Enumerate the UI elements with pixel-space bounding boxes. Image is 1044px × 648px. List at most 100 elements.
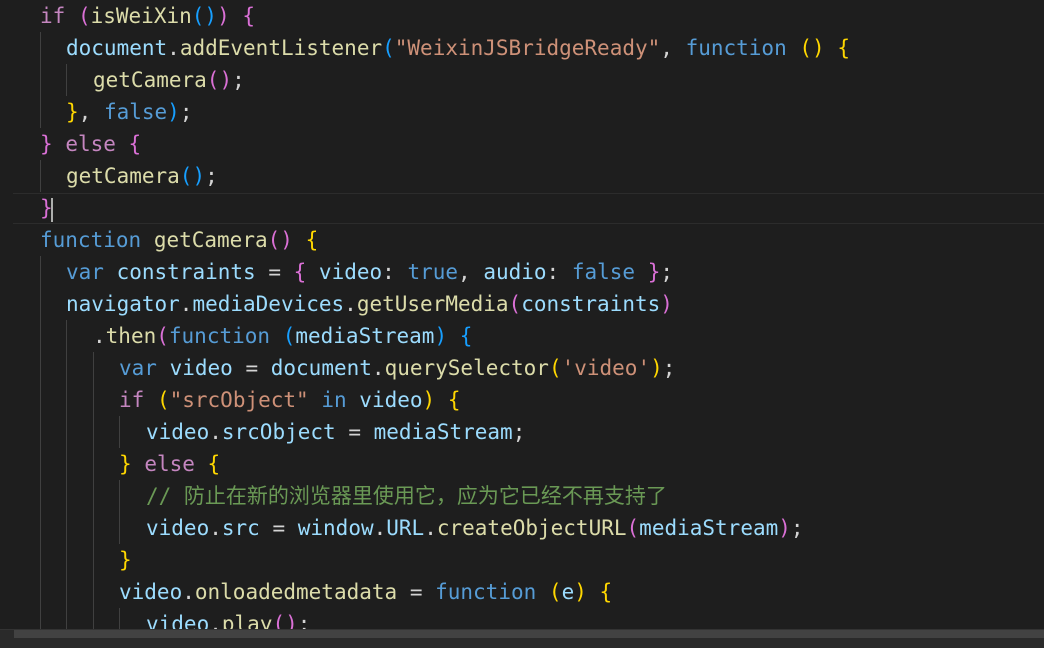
code-line[interactable]: } bbox=[0, 192, 1044, 224]
code-token: ( bbox=[382, 36, 395, 60]
code-token: function bbox=[168, 324, 271, 348]
code-token: = bbox=[255, 260, 294, 284]
line-text: video.onloadedmetadata = function (e) { bbox=[119, 576, 612, 608]
code-line[interactable]: } else { bbox=[0, 448, 1044, 480]
line-text: var constraints = { video: true, audio: … bbox=[66, 256, 673, 288]
code-token: getUserMedia bbox=[356, 292, 509, 316]
horizontal-scrollbar[interactable] bbox=[0, 629, 1044, 648]
code-token: } bbox=[647, 260, 661, 284]
code-token: . bbox=[209, 516, 222, 540]
code-line[interactable]: .then(function (mediaStream) { bbox=[0, 320, 1044, 352]
code-line[interactable]: var video = document.querySelector('vide… bbox=[0, 352, 1044, 384]
code-token: () bbox=[191, 4, 218, 28]
indent-guide bbox=[40, 320, 41, 352]
code-token: else bbox=[144, 452, 195, 476]
code-token: . bbox=[93, 324, 106, 348]
code-token: querySelector bbox=[384, 356, 549, 380]
indent-guide bbox=[66, 416, 67, 448]
code-line[interactable]: function getCamera() { bbox=[0, 224, 1044, 256]
indent-guide bbox=[66, 448, 67, 480]
code-token: ( bbox=[156, 324, 169, 348]
code-token: then bbox=[105, 324, 157, 348]
code-line[interactable]: document.addEventListener("WeixinJSBridg… bbox=[0, 32, 1044, 64]
code-token: ; bbox=[232, 68, 245, 92]
indent-guide bbox=[93, 416, 94, 448]
code-token: video bbox=[119, 580, 183, 604]
code-line[interactable]: } else { bbox=[0, 128, 1044, 160]
code-token: e bbox=[561, 580, 575, 604]
code-editor[interactable]: if (isWeiXin()) {document.addEventListen… bbox=[0, 0, 1044, 648]
code-line[interactable]: } bbox=[0, 544, 1044, 576]
code-token: mediaStream bbox=[639, 516, 779, 540]
code-token: . bbox=[179, 292, 193, 316]
code-token: ) bbox=[660, 292, 673, 316]
code-token: video bbox=[146, 420, 210, 444]
code-token: . bbox=[167, 36, 180, 60]
line-text: } else { bbox=[40, 128, 141, 160]
indent-guide bbox=[66, 320, 67, 352]
indent-guide bbox=[66, 352, 67, 384]
code-token: video bbox=[146, 516, 210, 540]
indent-guide bbox=[66, 480, 67, 512]
code-line[interactable]: video.onloadedmetadata = function (e) { bbox=[0, 576, 1044, 608]
indent-guide bbox=[93, 480, 94, 512]
scrollbar-thumb[interactable] bbox=[14, 630, 1044, 638]
indent-guide bbox=[40, 416, 41, 448]
indent-guide bbox=[40, 64, 41, 96]
code-line[interactable]: var constraints = { video: true, audio: … bbox=[0, 256, 1044, 288]
line-text: video.srcObject = mediaStream; bbox=[146, 416, 525, 448]
line-text: if (isWeiXin()) { bbox=[40, 0, 255, 32]
code-token: function bbox=[40, 228, 142, 252]
code-line[interactable]: navigator.mediaDevices.getUserMedia(cons… bbox=[0, 288, 1044, 320]
code-token: . bbox=[182, 580, 195, 604]
code-token: var bbox=[119, 356, 157, 380]
code-token: false bbox=[103, 100, 168, 124]
code-line[interactable]: // 防止在新的浏览器里使用它，应为它已经不再支持了 bbox=[0, 480, 1044, 512]
code-token: . bbox=[373, 516, 387, 540]
code-line[interactable]: if (isWeiXin()) { bbox=[0, 0, 1044, 32]
code-token: ) bbox=[574, 580, 587, 604]
code-token: = bbox=[259, 516, 298, 540]
code-token: , bbox=[78, 100, 104, 124]
code-line[interactable]: getCamera(); bbox=[0, 160, 1044, 192]
code-token: video bbox=[359, 388, 423, 412]
text-cursor bbox=[51, 198, 53, 222]
code-token: { bbox=[242, 4, 256, 28]
code-token: ( bbox=[548, 580, 562, 604]
code-token: ; bbox=[662, 356, 676, 380]
code-line[interactable]: if ("srcObject" in video) { bbox=[0, 384, 1044, 416]
code-line[interactable]: video.srcObject = mediaStream; bbox=[0, 416, 1044, 448]
code-token: , bbox=[458, 260, 484, 284]
indent-guide bbox=[40, 32, 41, 64]
indent-guide bbox=[93, 544, 94, 576]
indent-guide bbox=[66, 64, 67, 96]
code-token: in bbox=[321, 388, 347, 412]
code-line[interactable]: getCamera(); bbox=[0, 64, 1044, 96]
code-token: { bbox=[447, 388, 461, 412]
line-text: } else { bbox=[119, 448, 220, 480]
code-token: onloadedmetadata bbox=[194, 580, 398, 604]
code-token: ) bbox=[422, 388, 436, 412]
indent-guide bbox=[40, 256, 41, 288]
code-token: . bbox=[344, 292, 357, 316]
indent-guide bbox=[40, 160, 41, 192]
code-token: mediaDevices bbox=[192, 292, 345, 316]
code-token: { bbox=[293, 260, 307, 284]
code-line[interactable]: video.src = window.URL.createObjectURL(m… bbox=[0, 512, 1044, 544]
code-line[interactable]: }, false); bbox=[0, 96, 1044, 128]
code-token: ( bbox=[156, 388, 170, 412]
line-text: document.addEventListener("WeixinJSBridg… bbox=[66, 32, 850, 64]
code-token: srcObject bbox=[221, 420, 336, 444]
